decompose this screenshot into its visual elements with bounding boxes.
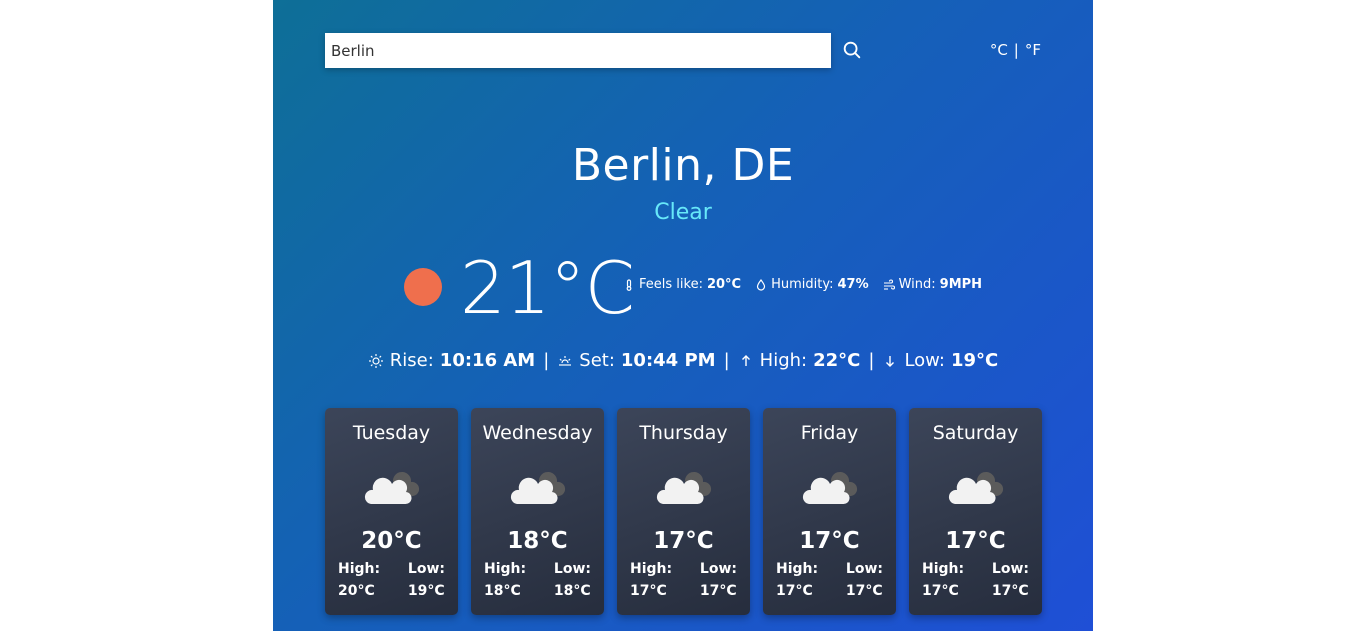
separator: |: [868, 350, 875, 371]
droplet-icon: [756, 278, 766, 291]
forecast-low-label: Low:: [991, 561, 1029, 577]
current-temperature: 21°C: [460, 246, 635, 330]
forecast-low-label: Low:: [699, 561, 737, 577]
cloud-icon: [510, 471, 566, 505]
forecast-low-value: 19°C: [407, 583, 445, 599]
forecast-card-wednesday: Wednesday 18°C High: 18°C Low: 18°C: [471, 408, 604, 615]
wind: Wind: 9MPH: [883, 277, 982, 292]
wind-label: Wind:: [898, 277, 936, 292]
humidity-value: 47%: [837, 277, 869, 292]
forecast-high-low: High: 17°C Low: 17°C: [630, 561, 737, 599]
celsius-button[interactable]: °C: [990, 41, 1008, 59]
forecast-temperature: 18°C: [507, 528, 568, 554]
high-label: High:: [759, 350, 808, 371]
forecast-low-label: Low:: [845, 561, 883, 577]
forecast-day: Thursday: [639, 422, 728, 444]
forecast-card-thursday: Thursday 17°C High: 17°C Low: 17°C: [617, 408, 750, 615]
cloud-icon: [364, 471, 420, 505]
cloud-icon: [656, 471, 712, 505]
forecast-high-low: High: 17°C Low: 17°C: [776, 561, 883, 599]
forecast-temperature: 17°C: [799, 528, 860, 554]
high-value: 22°C: [813, 350, 861, 371]
separator: |: [723, 350, 730, 371]
arrow-up-icon: [741, 354, 750, 366]
forecast-low-value: 17°C: [699, 583, 737, 599]
thermometer-icon: [626, 278, 632, 291]
rise-value: 10:16 AM: [439, 350, 536, 371]
feels-like-label: Feels like:: [639, 277, 703, 292]
forecast-high-value: 20°C: [338, 583, 375, 599]
cloud-icon: [948, 471, 1004, 505]
forecast-high-value: 17°C: [922, 583, 959, 599]
sun-times-row: Rise: 10:16 AM | Set: 10:44 PM | High: 2…: [273, 350, 1093, 371]
humidity-label: Humidity:: [771, 277, 834, 292]
unit-toggle: °C | °F: [990, 41, 1041, 59]
rise-label: Rise:: [389, 350, 434, 371]
forecast-temperature: 17°C: [945, 528, 1006, 554]
forecast-low-label: Low:: [553, 561, 591, 577]
forecast-day: Saturday: [932, 422, 1019, 444]
weather-condition: Clear: [654, 200, 712, 225]
forecast-card-saturday: Saturday 17°C High: 17°C Low: 17°C: [909, 408, 1042, 615]
fahrenheit-button[interactable]: °F: [1025, 41, 1041, 59]
forecast-low-value: 18°C: [553, 583, 591, 599]
forecast-low-value: 17°C: [991, 583, 1029, 599]
forecast-high-low: High: 17°C Low: 17°C: [922, 561, 1029, 599]
cloud-icon: [802, 471, 858, 505]
forecast-high-label: High:: [338, 561, 381, 577]
city-title: Berlin, DE: [571, 140, 795, 191]
forecast-high-label: High:: [776, 561, 819, 577]
separator: |: [543, 350, 550, 371]
forecast-high-value: 17°C: [776, 583, 813, 599]
wind-icon: [883, 278, 895, 290]
humidity: Humidity: 47%: [755, 277, 869, 292]
forecast-temperature: 20°C: [361, 528, 422, 554]
unit-separator: |: [1013, 41, 1019, 59]
forecast-low-value: 17°C: [845, 583, 883, 599]
low-label: Low:: [904, 350, 945, 371]
forecast-day: Wednesday: [482, 422, 593, 444]
forecast-high-value: 17°C: [630, 583, 667, 599]
set-value: 10:44 PM: [620, 350, 716, 371]
forecast-list: Tuesday 20°C High: 20°C Low: 19°C Wednes…: [325, 408, 1042, 615]
forecast-high-low: High: 18°C Low: 18°C: [484, 561, 591, 599]
forecast-card-tuesday: Tuesday 20°C High: 20°C Low: 19°C: [325, 408, 458, 615]
forecast-high-label: High:: [484, 561, 527, 577]
forecast-temperature: 17°C: [653, 528, 714, 554]
forecast-card-friday: Friday 17°C High: 17°C Low: 17°C: [763, 408, 896, 615]
forecast-day: Tuesday: [352, 422, 431, 444]
set-label: Set:: [579, 350, 615, 371]
forecast-high-low: High: 20°C Low: 19°C: [338, 561, 445, 599]
forecast-high-label: High:: [630, 561, 673, 577]
sunset-icon: [559, 355, 572, 366]
weather-app: °C | °F Berlin, DE Clear 21°C Feels like…: [273, 0, 1093, 631]
forecast-high-value: 18°C: [484, 583, 521, 599]
arrow-down-icon: [886, 355, 895, 367]
low-value: 19°C: [950, 350, 999, 371]
feels-like: Feels like: 20°C: [623, 277, 741, 292]
forecast-day: Friday: [800, 422, 859, 444]
current-details: Feels like: 20°C Humidity: 47% Wind: 9MP…: [623, 277, 982, 292]
sun-icon: [404, 268, 442, 306]
search-bar: °C | °F: [325, 33, 1041, 68]
feels-like-value: 20°C: [706, 277, 742, 292]
search-input[interactable]: [325, 33, 831, 68]
search-icon[interactable]: [841, 39, 863, 61]
sunrise-icon: [368, 353, 383, 368]
wind-value: 9MPH: [939, 277, 983, 292]
forecast-low-label: Low:: [407, 561, 445, 577]
forecast-high-label: High:: [922, 561, 965, 577]
